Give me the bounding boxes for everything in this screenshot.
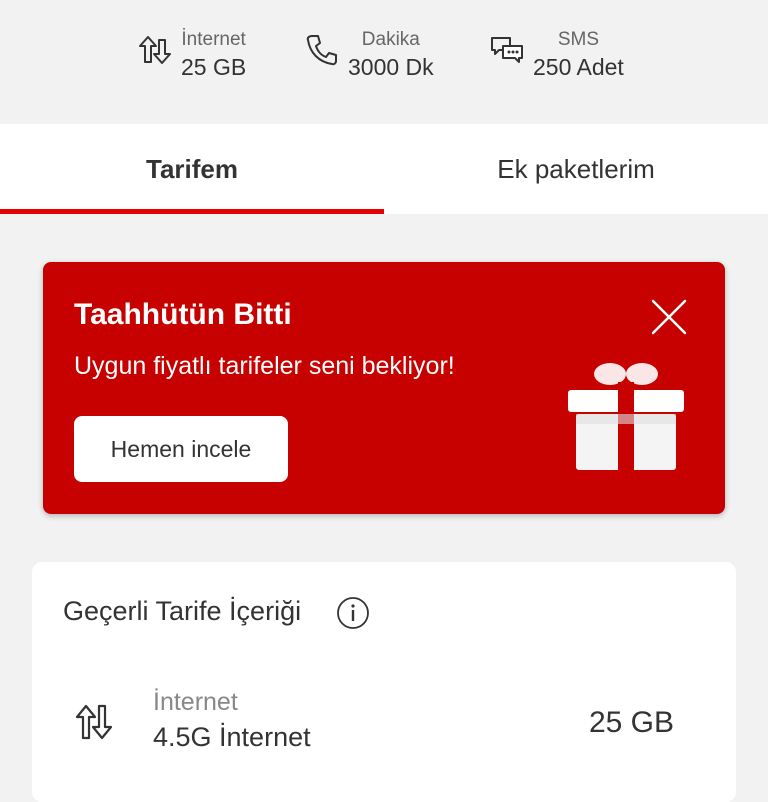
tariff-row-label: İnternet [153,688,238,716]
summary-sms: SMS 250 Adet [489,28,624,82]
tab-bar: Tarifem Ek paketlerim [0,124,768,214]
gift-icon [568,363,684,470]
summary-sms-label: SMS [557,29,599,50]
summary-minutes-label: Dakika [361,29,420,50]
summary-internet-label: İnternet [181,29,246,50]
summary-internet-value: 25 GB [181,54,247,80]
tab-tarifem[interactable]: Tarifem [0,124,384,214]
tab-ek-paketlerim[interactable]: Ek paketlerim [384,124,768,214]
info-icon[interactable] [336,596,370,630]
data-arrows-icon [75,704,113,740]
promo-subtitle: Uygun fiyatlı tarifeler seni bekliyor! [74,352,455,380]
tariff-row-sub: 4.5G İnternet [153,722,311,752]
tariff-title: Geçerli Tarife İçeriği [63,596,302,626]
phone-icon [306,35,337,66]
summary-internet: İnternet 25 GB [137,28,246,82]
tariff-card: Geçerli Tarife İçeriği İnternet 4.5G İnt… [32,562,736,802]
promo-title: Taahhütün Bitti [74,298,292,331]
hemen-incele-button[interactable]: Hemen incele [74,416,288,482]
chat-bubbles-icon [491,37,523,63]
usage-summary: İnternet 25 GB Dakika 3000 Dk SMS 250 Ad… [0,0,768,124]
tariff-row-value: 25 GB [588,706,674,739]
close-icon[interactable] [649,297,689,337]
summary-minutes-value: 3000 Dk [348,54,434,80]
summary-sms-value: 250 Adet [533,54,624,80]
promo-banner: Taahhütün Bitti Uygun fiyatlı tarifeler … [43,262,725,514]
summary-minutes: Dakika 3000 Dk [304,28,434,82]
data-arrows-icon [139,36,171,64]
